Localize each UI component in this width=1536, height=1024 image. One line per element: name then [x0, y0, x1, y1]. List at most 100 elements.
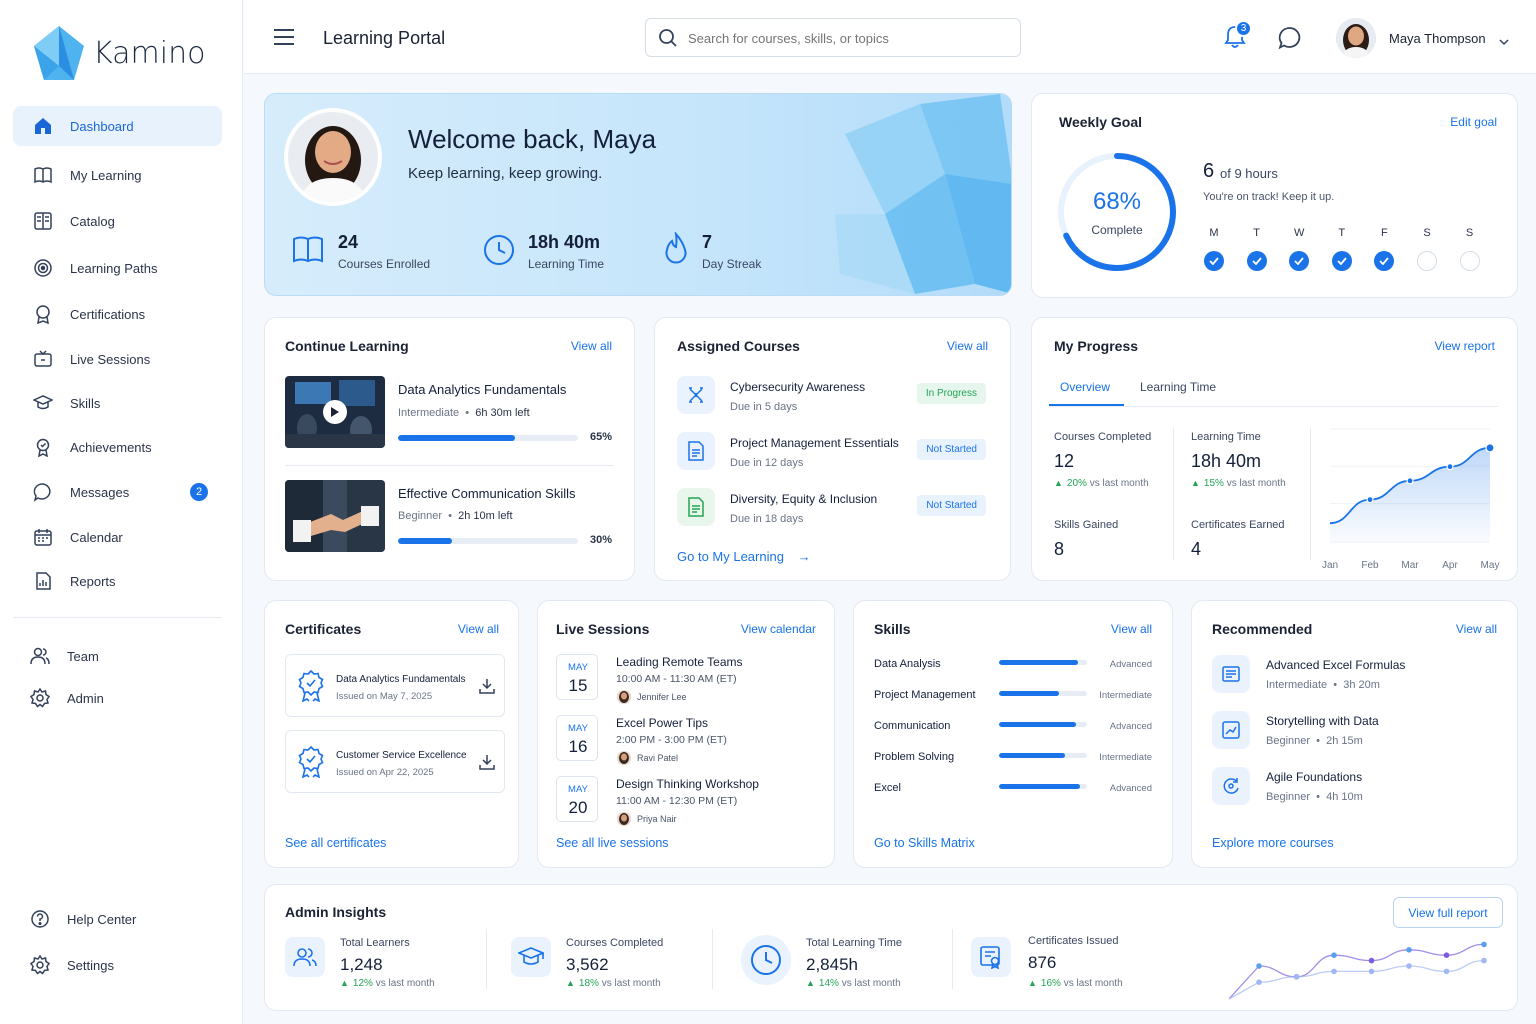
sidebar-item-catalog[interactable]: Catalog	[13, 201, 222, 241]
stat-value: 18h 40m	[1191, 451, 1262, 471]
user-avatar[interactable]	[1336, 18, 1376, 58]
certificate-item[interactable]: Customer Service Excellence Issued on Ap…	[285, 730, 505, 793]
see-all-certificates-link[interactable]: See all certificates	[285, 836, 386, 850]
view-all-link[interactable]: View all	[571, 339, 612, 353]
x-tick-label: Apr	[1442, 560, 1458, 571]
kamino-logo-icon	[30, 24, 88, 84]
card-title: Continue Learning	[285, 338, 409, 354]
tab-learning-time[interactable]: Learning Time	[1140, 380, 1216, 394]
card-title: Certificates	[285, 621, 362, 637]
sidebar-item-skills[interactable]: Skills	[13, 383, 222, 423]
session-title[interactable]: Leading Remote Teams	[616, 655, 743, 669]
go-to-skills-matrix-link[interactable]: Go to Skills Matrix	[874, 836, 975, 850]
book-icon	[33, 165, 53, 185]
user-name[interactable]: Maya Thompson	[1389, 31, 1486, 46]
recommended-title[interactable]: Advanced Excel Formulas	[1266, 658, 1405, 672]
sidebar-item-certifications[interactable]: Certifications	[13, 294, 222, 334]
medal-icon	[33, 437, 53, 457]
sidebar-item-calendar[interactable]: Calendar	[13, 517, 222, 557]
sidebar-item-settings[interactable]: Settings	[10, 945, 219, 985]
view-all-link[interactable]: View all	[1456, 622, 1497, 636]
sidebar-item-messages[interactable]: Messages 2	[13, 472, 222, 512]
certificate-item[interactable]: Data Analytics Fundamentals Issued on Ma…	[285, 654, 505, 717]
assigned-title[interactable]: Cybersecurity Awareness	[730, 380, 865, 394]
session-title[interactable]: Excel Power Tips	[616, 716, 708, 730]
sidebar-item-label: Team	[67, 648, 99, 664]
goal-day-label: T	[1338, 227, 1346, 239]
certificates-card: Certificates View all Data Analytics Fun…	[264, 600, 519, 868]
decorative-crystal-graphic	[835, 94, 1011, 294]
recommended-title[interactable]: Agile Foundations	[1266, 770, 1362, 784]
goal-day-label: S	[1465, 227, 1474, 239]
search-icon	[658, 28, 678, 53]
sidebar-item-learning-paths[interactable]: Learning Paths	[13, 248, 222, 288]
sidebar-item-help-center[interactable]: Help Center	[10, 899, 219, 939]
sidebar-item-reports[interactable]: Reports	[13, 561, 222, 601]
sidebar-item-achievements[interactable]: Achievements	[13, 427, 222, 467]
skill-level-fill	[999, 753, 1065, 758]
view-full-report-button[interactable]: View full report	[1393, 897, 1503, 928]
clock-icon	[483, 234, 515, 271]
skill-level-fill	[999, 660, 1079, 665]
course-progress-bar	[398, 435, 578, 441]
stat-delta: ▲ 20% vs last month	[1054, 478, 1149, 489]
notification-badge: 3	[1235, 20, 1252, 37]
chevron-down-icon[interactable]	[1499, 33, 1509, 51]
course-thumbnail-handshake[interactable]	[285, 480, 385, 552]
sparkline-point	[1368, 957, 1375, 964]
certificate-title: Data Analytics Fundamentals	[336, 674, 466, 685]
sidebar-item-live-sessions[interactable]: Live Sessions	[13, 339, 222, 379]
assigned-title[interactable]: Project Management Essentials	[730, 436, 899, 450]
view-all-link[interactable]: View all	[458, 622, 499, 636]
continue-learning-card: Continue Learning View all Data Analytic…	[264, 317, 635, 581]
skill-level-fill	[999, 691, 1059, 696]
explore-more-courses-link[interactable]: Explore more courses	[1212, 836, 1334, 850]
view-calendar-link[interactable]: View calendar	[741, 622, 816, 636]
sidebar-item-my-learning[interactable]: My Learning	[13, 155, 222, 195]
admin-stat-delta: ▲ 16% vs last month	[1028, 978, 1123, 989]
host-avatar	[617, 812, 631, 826]
date-day: 15	[568, 676, 588, 695]
sparkline-point	[1406, 947, 1412, 953]
view-report-link[interactable]: View report	[1435, 339, 1495, 353]
go-to-my-learning-link[interactable]: Go to My Learning →	[677, 549, 811, 564]
sidebar-item-admin[interactable]: Admin	[10, 678, 219, 718]
search-box[interactable]	[645, 18, 1021, 57]
certificate-title: Customer Service Excellence	[336, 750, 467, 761]
session-title[interactable]: Design Thinking Workshop	[616, 777, 759, 791]
day-unchecked-icon	[1459, 251, 1480, 271]
book-open-icon	[292, 234, 324, 269]
live-sessions-card: Live Sessions View calendar MAY 15 Leading…	[537, 600, 835, 868]
hamburger-menu-icon[interactable]	[274, 28, 294, 46]
data-point	[1366, 496, 1374, 504]
skill-level-fill	[999, 722, 1077, 727]
sidebar-item-team[interactable]: Team	[10, 636, 219, 676]
see-all-live-sessions-link[interactable]: See all live sessions	[556, 836, 669, 850]
course-title[interactable]: Effective Communication Skills	[398, 486, 576, 501]
search-input[interactable]	[688, 28, 1008, 48]
skill-level: Advanced	[1109, 783, 1152, 794]
chat-bubble-icon[interactable]	[1278, 26, 1302, 55]
arrow-right-icon: →	[797, 549, 811, 564]
session-time: 2:00 PM - 3:00 PM (ET)	[616, 734, 727, 746]
recommended-title[interactable]: Storytelling with Data	[1266, 714, 1379, 728]
assigned-title[interactable]: Diversity, Equity & Inclusion	[730, 492, 877, 506]
course-meta: Intermediate • 6h 30m left	[398, 407, 530, 419]
view-all-link[interactable]: View all	[1111, 622, 1152, 636]
skill-level-bar	[999, 784, 1087, 789]
goal-hours-done: 6	[1203, 160, 1215, 182]
notification-bell-icon[interactable]: 3	[1223, 20, 1252, 55]
course-thumbnail-video[interactable]	[285, 376, 385, 448]
tabs-divider	[1049, 406, 1498, 407]
view-all-link[interactable]: View all	[947, 339, 988, 353]
divider	[285, 465, 614, 466]
stat-label: Certificates Earned	[1191, 519, 1285, 531]
course-title[interactable]: Data Analytics Fundamentals	[398, 382, 566, 397]
download-icon[interactable]	[479, 678, 495, 699]
admin-stat-value: 3,562	[566, 955, 609, 974]
edit-goal-link[interactable]: Edit goal	[1450, 115, 1497, 129]
play-icon[interactable]	[323, 400, 347, 424]
sidebar-item-dashboard[interactable]: Dashboard	[13, 106, 222, 146]
tab-overview[interactable]: Overview	[1060, 380, 1110, 394]
download-icon[interactable]	[479, 754, 495, 775]
